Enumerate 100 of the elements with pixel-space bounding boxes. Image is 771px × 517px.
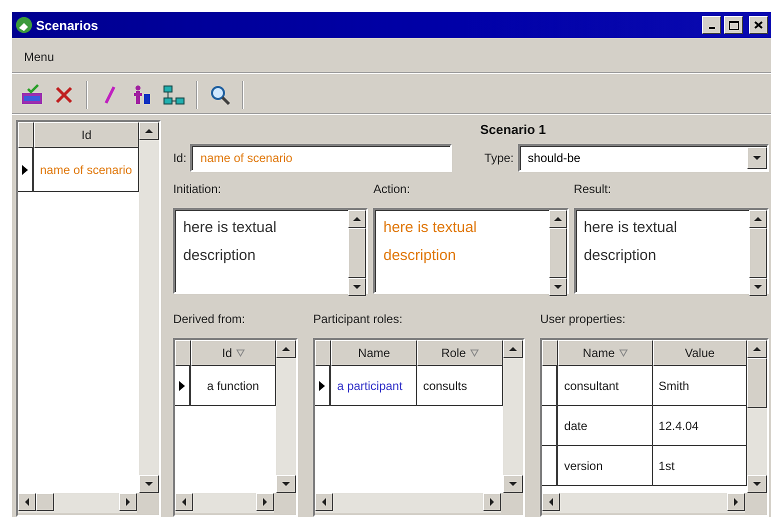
description-text: here is textual description [582,218,678,266]
row-pointer-icon [21,164,29,176]
down-arrow-icon [352,282,362,292]
scroll-right-button[interactable] [483,493,502,511]
vertical-scrollbar[interactable] [139,122,160,493]
table-cell: 12.4.04 [652,406,747,446]
vertical-scrollbar[interactable] [276,340,296,493]
scroll-up-button[interactable] [548,210,567,228]
scroll-thumb[interactable] [749,228,767,278]
up-arrow-icon [752,344,762,354]
column-header[interactable]: Id [191,340,276,366]
close-button[interactable] [749,16,768,34]
close-icon [754,21,763,29]
table-cell: 1st [652,446,747,486]
right-arrow-icon [731,497,741,507]
horizontal-scrollbar[interactable] [18,493,138,513]
horizontal-scrollbar[interactable] [542,493,745,513]
section-label: Derived from: [173,311,246,328]
description-text: here is textual description [182,218,278,266]
section-label: Participant roles: [313,311,404,328]
row-pointer-icon [318,380,326,392]
scroll-up-button[interactable] [749,210,767,228]
horizontal-scrollbar[interactable] [315,493,502,513]
scroll-thumb[interactable] [36,493,54,511]
table-cell: a function [191,366,276,406]
id-label: Id: [173,151,186,165]
horizontal-scrollbar[interactable] [175,493,274,513]
scroll-thumb[interactable] [348,228,366,278]
scroll-down-button[interactable] [348,278,366,296]
maximize-button[interactable] [724,16,743,34]
scroll-down-button[interactable] [503,475,524,493]
scroll-up-button[interactable] [139,122,160,140]
type-label: Type: [484,151,514,165]
scroll-left-button[interactable] [315,493,334,511]
scroll-thumb[interactable] [747,358,767,408]
down-arrow-icon [144,479,154,489]
up-arrow-icon [281,344,292,354]
table-cell: name of scenario [34,148,140,192]
tree-nodes-icon [162,84,186,106]
scroll-up-button[interactable] [276,340,296,358]
down-arrow-icon [753,282,763,292]
row-indicator[interactable] [18,148,34,192]
up-arrow-icon [552,214,563,224]
column-header[interactable]: Value [652,340,747,366]
table-cell: Smith [652,366,747,406]
vertical-scrollbar[interactable] [747,340,767,493]
row-indicator[interactable] [542,366,558,406]
menu-item[interactable]: Menu [20,48,58,66]
down-arrow-icon [508,479,518,489]
scroll-up-button[interactable] [503,340,524,358]
dropdown-button[interactable] [747,147,767,169]
up-arrow-icon [144,126,154,136]
add-record-icon [20,84,44,106]
scenario-heading: Scenario 1 [479,121,547,139]
row-indicator[interactable] [315,366,332,406]
down-arrow-icon [552,282,563,292]
search-icon [209,84,231,106]
column-header[interactable]: Name [331,340,418,366]
column-header[interactable]: Name [558,340,653,366]
minimize-button[interactable] [702,16,721,34]
section-label: Action: [373,181,412,198]
table-cell: version [558,446,653,486]
column-header[interactable]: Role [417,340,504,366]
scroll-thumb[interactable] [548,228,567,278]
down-arrow-icon [281,479,292,489]
table-cell: date [558,406,653,446]
scroll-down-button[interactable] [548,278,567,296]
row-indicator[interactable] [175,366,192,406]
scroll-left-button[interactable] [175,493,194,511]
scroll-up-button[interactable] [747,340,767,358]
section-label: Initiation: [173,181,222,198]
row-indicator[interactable] [542,406,558,446]
window-title: Scenarios [36,18,100,32]
type-dropdown[interactable]: should-be [518,144,769,172]
scroll-right-button[interactable] [119,493,138,511]
down-arrow-icon [752,479,762,489]
scroll-right-button[interactable] [727,493,745,511]
scroll-down-button[interactable] [747,475,767,493]
scroll-down-button[interactable] [276,475,296,493]
vertical-scrollbar[interactable] [503,340,524,493]
description-text: here is textual description [382,218,478,266]
up-arrow-icon [508,344,518,354]
text-area[interactable]: here is textual description [574,208,769,294]
scroll-left-button[interactable] [18,493,36,511]
table-cell: consultant [558,366,653,406]
column-header[interactable]: Id [34,122,140,148]
scroll-up-button[interactable] [348,210,366,228]
scroll-right-button[interactable] [256,493,274,511]
scroll-down-button[interactable] [749,278,767,296]
table-cell: a participant [331,366,418,406]
scroll-left-button[interactable] [542,493,560,511]
scroll-down-button[interactable] [139,475,160,493]
app-icon [15,16,33,34]
text-area[interactable]: here is textual description [173,208,368,294]
row-pointer-icon [178,380,186,392]
section-label: User properties: [540,311,626,328]
up-arrow-icon [352,214,362,224]
section-label: Result: [574,181,612,198]
row-indicator[interactable] [542,446,558,486]
up-arrow-icon [753,214,763,224]
